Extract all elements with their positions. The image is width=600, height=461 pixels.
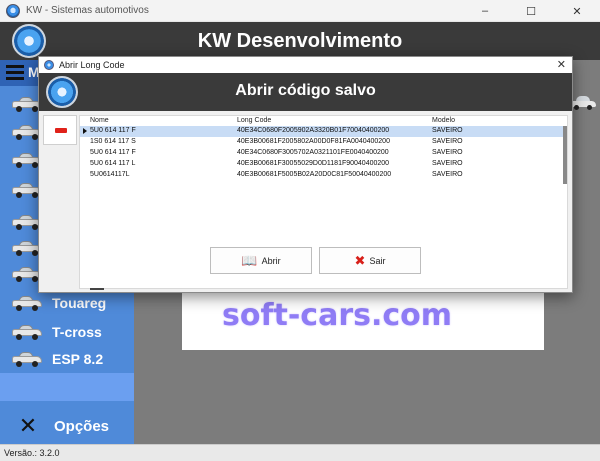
version-label: Versão.: 3.2.0 [4,448,60,458]
delete-button[interactable] [43,115,77,145]
vertical-scrollbar[interactable] [563,126,567,184]
content-panel: soft-cars.com [182,292,544,350]
window-controls: – ☐ ✕ [462,0,600,22]
open-long-code-dialog: Abrir Long Code ✕ Abrir código salvo Nom… [38,56,573,293]
app-title: KW Desenvolvimento [197,30,403,52]
app-logo-icon [44,60,54,70]
cell-name: 5U0 614 117 F [90,127,136,134]
cell-long-code: 40E34C0680F2005902A3320B01F70040400200 [237,127,390,134]
close-button[interactable]: ✕ [554,0,600,22]
cell-long-code: 40E34C0680F3005702A0321101FE0040400200 [237,149,389,156]
open-button[interactable]: 📖 Abrir [210,247,312,274]
row-pointer-icon [83,128,87,134]
cell-model: SAVEIRO [432,171,463,178]
cell-name: 5U0614117L [90,171,130,178]
column-header-model[interactable]: Modelo [432,117,455,124]
sidebar-item-label: ESP 8.2 [52,351,104,367]
red-x-icon: ✖ [354,252,366,268]
cell-model: SAVEIRO [432,138,463,145]
maximize-button[interactable]: ☐ [508,0,554,22]
exit-button-label: Sair [369,255,386,266]
sidebar-item-t-cross[interactable]: T-cross [12,322,102,342]
table-row[interactable]: 5U0 614 117 L 40E3B00681F30055029D0D1181… [80,159,567,170]
tools-icon: ✕ [18,413,38,438]
car-icon [570,96,596,110]
dialog-titlebar: Abrir Long Code ✕ [39,57,572,73]
dialog-close-button[interactable]: ✕ [557,58,566,71]
table-row[interactable]: 1S0 614 117 S 40E3B00681F2005802A00D0F81… [80,137,567,148]
status-bar: Versão.: 3.2.0 [0,444,600,461]
dialog-heading: Abrir código salvo [235,82,376,99]
cell-name: 1S0 614 117 S [90,138,136,145]
column-header-long-code[interactable]: Long Code [237,117,271,124]
sidebar-item-options[interactable]: ✕ Opções [16,414,109,438]
exit-button[interactable]: ✖ Sair [319,247,421,274]
cell-model: SAVEIRO [432,149,463,156]
window-title: KW - Sistemas automotivos [26,5,149,16]
window-titlebar: KW - Sistemas automotivos – ☐ ✕ [0,0,600,22]
cell-long-code: 40E3B00681F2005802A00D0F81FA0040400200 [237,138,390,145]
cell-long-code: 40E3B00681F5005B02A20D0C81F50040400200 [237,171,392,178]
cell-name: 5U0 614 117 L [90,160,136,167]
column-header-name[interactable]: Nome [90,117,109,124]
dialog-title: Abrir Long Code [59,60,125,70]
horizontal-scrollbar[interactable] [90,288,104,290]
app-header: KW Desenvolvimento [0,22,600,60]
car-icon [12,325,42,340]
delete-icon [55,128,67,133]
cell-name: 5U0 614 117 F [90,149,136,156]
sidebar-item-touareg[interactable]: Touareg [12,293,106,313]
car-icon [12,296,42,311]
watermark-text: soft-cars.com [222,298,453,333]
sidebar-item-label: T-cross [52,324,102,340]
app-logo-icon [6,3,20,18]
table-header: Nome Long Code Modelo [80,116,567,126]
hamburger-menu-icon[interactable] [6,65,24,81]
open-button-label: Abrir [261,255,281,266]
sidebar-item-esp[interactable]: ESP 8.2 [12,349,103,369]
sidebar-item-label: Touareg [52,295,107,311]
sidebar-selected-slot[interactable] [0,373,134,401]
table-row[interactable]: 5U0 614 117 F 40E34C0680F3005702A0321101… [80,148,567,159]
sidebar-item-label: Opções [54,417,110,435]
cell-model: SAVEIRO [432,127,463,134]
cell-model: SAVEIRO [432,160,463,167]
cell-long-code: 40E3B00681F30055029D0D1181F90040400200 [237,160,390,167]
car-icon [12,352,42,367]
table-row[interactable]: 5U0 614 117 F 40E34C0680F2005902A3320B01… [80,126,567,137]
minimize-button[interactable]: – [462,0,508,22]
table-row[interactable]: 5U0614117L 40E3B00681F5005B02A20D0C81F50… [80,170,567,181]
open-book-icon: 📖 [241,252,258,268]
dialog-header: Abrir código salvo [39,73,572,111]
